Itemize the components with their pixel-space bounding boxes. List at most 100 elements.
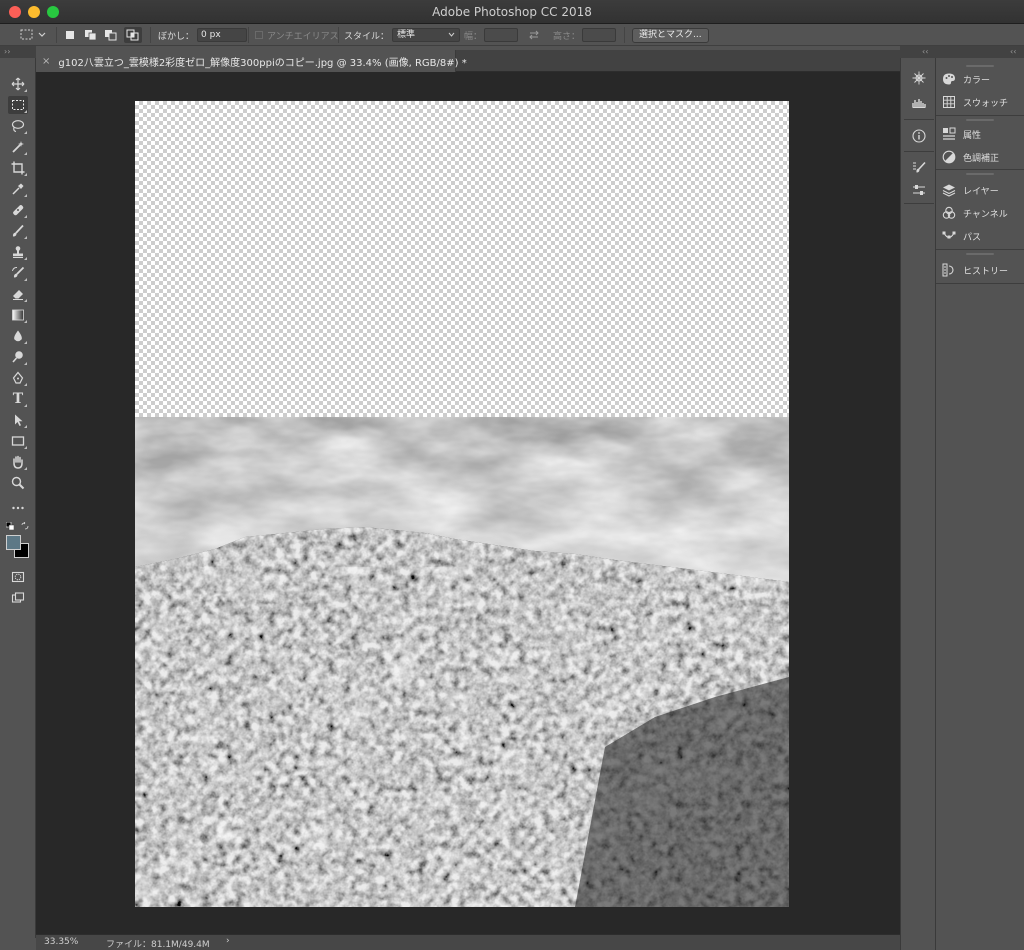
pen-tool[interactable]: [8, 369, 28, 387]
info-panel-button[interactable]: [911, 128, 927, 144]
brush-tool[interactable]: [8, 222, 28, 240]
subtract-selection-button[interactable]: [104, 27, 118, 43]
palette-icon: [943, 73, 955, 85]
swatches-panel-button[interactable]: スウォッチ: [942, 93, 1022, 111]
brush-icon: [12, 224, 24, 237]
swap-colors-icon[interactable]: [21, 522, 29, 530]
panel-collapse-strip[interactable]: ‹‹ ‹‹: [900, 46, 1024, 58]
group-grip[interactable]: [966, 65, 994, 67]
dodge-icon: [12, 351, 23, 363]
magic-wand-tool[interactable]: [8, 138, 28, 156]
crop-tool[interactable]: [8, 159, 28, 177]
brush-settings-panel-button[interactable]: [911, 160, 927, 176]
subtract-selection-icon: [105, 30, 117, 41]
sliders-icon: [913, 185, 925, 195]
blur-tool[interactable]: [8, 327, 28, 345]
feather-input[interactable]: 0 px: [197, 28, 248, 42]
history-brush-tool[interactable]: [8, 264, 28, 282]
move-tool[interactable]: [8, 75, 28, 93]
expand-icon: ››: [4, 47, 11, 56]
close-tab-icon[interactable]: ×: [42, 56, 50, 67]
screen-mode-icon: [11, 592, 25, 603]
tool-preset-picker[interactable]: [20, 27, 46, 43]
lasso-tool[interactable]: [8, 117, 28, 135]
zoom-level[interactable]: 33.35%: [44, 937, 78, 947]
intersect-selection-button[interactable]: [124, 27, 142, 43]
color-controls: [6, 522, 30, 532]
canvas-area[interactable]: [36, 72, 900, 934]
foreground-color-swatch[interactable]: [6, 535, 21, 550]
histogram-icon: [912, 99, 926, 108]
path-selection-tool[interactable]: [8, 411, 28, 429]
options-bar: ぼかし： 0 px アンチエイリアス スタイル： 標準 幅： 高さ： 選択とマス…: [0, 24, 1024, 46]
blur-drop-icon: [14, 330, 22, 342]
adjustments-panel-button[interactable]: 色調補正: [942, 148, 1022, 166]
crop-icon: [11, 161, 25, 175]
height-input[interactable]: [582, 28, 617, 42]
layers-icon: [942, 184, 956, 197]
navigator-panel-button[interactable]: [911, 70, 927, 86]
default-colors-icon[interactable]: [6, 522, 14, 530]
magnifier-icon: [11, 476, 25, 490]
swatches-panel-label: スウォッチ: [963, 98, 1009, 109]
clone-stamp-tool[interactable]: [8, 243, 28, 261]
quick-mask-button[interactable]: [8, 568, 28, 586]
hand-tool[interactable]: [8, 453, 28, 471]
screen-mode-button[interactable]: [8, 589, 28, 607]
dodge-tool[interactable]: [8, 348, 28, 366]
properties-panel-group: 属性 色調補正: [936, 116, 1024, 170]
tool-presets-panel-button[interactable]: [911, 182, 927, 198]
color-panel-button[interactable]: カラー: [942, 70, 1022, 88]
style-label: スタイル：: [344, 31, 390, 42]
document-tab[interactable]: × g102八雲立つ_雲模様2彩度ゼロ_解像度300ppiのコピー.jpg @ …: [36, 50, 467, 72]
channels-panel-button[interactable]: チャンネル: [942, 204, 1022, 222]
more-tools[interactable]: [8, 499, 28, 517]
type-tool[interactable]: T: [8, 390, 28, 408]
width-input[interactable]: [484, 28, 519, 42]
collapse-icon: ‹‹: [922, 47, 929, 56]
rectangle-icon: [11, 436, 25, 446]
tools-panel: T: [0, 58, 36, 938]
history-brush-icon: [12, 266, 25, 278]
eyedropper-tool[interactable]: [8, 180, 28, 198]
stamp-icon: [13, 246, 23, 258]
properties-panel-button[interactable]: 属性: [942, 125, 1022, 143]
gradient-tool[interactable]: [8, 306, 28, 324]
eraser-tool[interactable]: [8, 285, 28, 303]
grid-icon: [943, 96, 955, 108]
color-panel-group: カラー スウォッチ: [936, 62, 1024, 116]
history-panel-label: ヒストリー: [963, 266, 1009, 277]
document-canvas[interactable]: [135, 101, 789, 907]
add-selection-button[interactable]: [84, 27, 98, 43]
properties-icon: [943, 127, 956, 140]
layers-panel-button[interactable]: レイヤー: [942, 181, 1022, 199]
width-label: 幅：: [464, 31, 483, 42]
group-grip[interactable]: [966, 119, 994, 121]
status-menu-arrow[interactable]: ›: [226, 936, 230, 946]
paths-panel-button[interactable]: パス: [942, 227, 1022, 245]
panel-icon-dock: [900, 58, 936, 950]
style-value: 標準: [397, 30, 416, 40]
compass-icon: [912, 71, 926, 85]
histogram-panel-button[interactable]: [911, 94, 927, 110]
transparent-area: [135, 101, 789, 417]
document-tab-bar: × g102八雲立つ_雲模様2彩度ゼロ_解像度300ppiのコピー.jpg @ …: [36, 50, 900, 72]
title-bar: Adobe Photoshop CC 2018: [0, 0, 1024, 24]
marquee-tool[interactable]: [8, 96, 28, 114]
antialias-checkbox[interactable]: [255, 31, 263, 39]
select-and-mask-button[interactable]: 選択とマスク...: [632, 27, 709, 43]
add-selection-icon: [85, 30, 97, 41]
eyedropper-icon: [12, 183, 24, 195]
group-grip[interactable]: [966, 173, 994, 175]
zoom-tool[interactable]: [8, 474, 28, 492]
swap-width-height-button[interactable]: [528, 27, 540, 43]
properties-panel-label: 属性: [963, 130, 982, 141]
history-panel-button[interactable]: ヒストリー: [942, 261, 1022, 279]
group-grip[interactable]: [966, 253, 994, 255]
channels-icon: [942, 206, 956, 219]
new-selection-button[interactable]: [64, 27, 76, 43]
style-select[interactable]: 標準: [392, 28, 461, 42]
healing-brush-tool[interactable]: [8, 201, 28, 219]
rectangle-tool[interactable]: [8, 432, 28, 450]
toolbar-collapse-strip[interactable]: ››: [0, 46, 36, 58]
